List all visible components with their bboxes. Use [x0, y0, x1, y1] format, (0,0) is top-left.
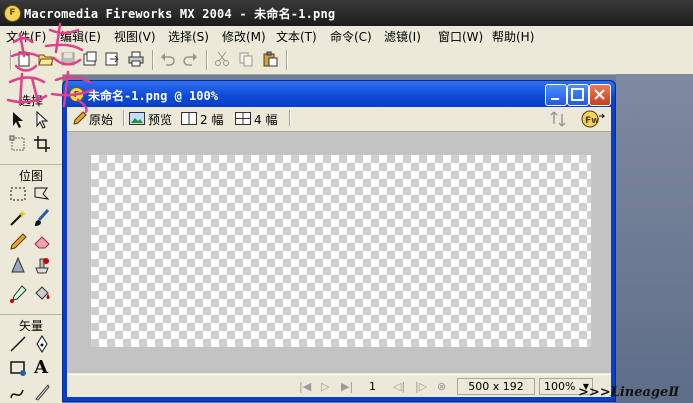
blur-tool-icon[interactable]: [8, 256, 28, 276]
pencil-tool-icon[interactable]: [8, 232, 28, 252]
menu-view[interactable]: 视图(V): [114, 28, 156, 45]
transparent-canvas[interactable]: [91, 155, 591, 347]
app-title: Macromedia Fireworks MX 2004 - 未命名-1.png: [24, 7, 336, 21]
first-frame-icon[interactable]: |◀: [299, 380, 311, 393]
menu-modify[interactable]: 修改(M): [222, 28, 266, 45]
menu-text[interactable]: 文本(T): [276, 28, 317, 45]
pencil-icon: [73, 111, 87, 125]
toolbar-grip: [10, 50, 12, 70]
knife-tool-icon[interactable]: [32, 382, 52, 402]
print-icon[interactable]: [128, 51, 144, 67]
menu-help[interactable]: 帮助(H): [492, 28, 534, 45]
export-icon[interactable]: [104, 51, 120, 67]
menu-filters[interactable]: 滤镜(I): [384, 28, 421, 45]
document-status-bar: |◀ ▷ ▶| 1 ◁| |▷ ⊗ 500 x 192 100% ▼: [67, 374, 611, 398]
zoom-value: 100%: [544, 380, 576, 393]
close-button[interactable]: [589, 84, 611, 106]
scale-tool-icon[interactable]: [8, 134, 28, 154]
quick-export-icon[interactable]: Fw: [581, 109, 607, 129]
tab-4-up[interactable]: 4 幅: [254, 111, 277, 128]
two-up-icon: [181, 112, 197, 125]
document-title-bar: F 未命名-1.png @ 100%: [63, 81, 615, 107]
paint-bucket-tool-icon[interactable]: [32, 284, 52, 304]
cut-icon[interactable]: [214, 51, 230, 67]
toolbar-separator: [206, 50, 208, 70]
frame-number: 1: [369, 380, 376, 393]
previous-frame-icon[interactable]: ◁|: [393, 380, 405, 393]
open-file-icon[interactable]: [38, 51, 54, 67]
tools-section-vector: 矢量: [0, 314, 62, 333]
new-file-icon[interactable]: [16, 51, 32, 67]
subselect-tool-icon[interactable]: [32, 110, 52, 130]
export-preview-icon[interactable]: [549, 110, 569, 128]
menu-file[interactable]: 文件(F): [6, 28, 46, 45]
close-icon: [594, 89, 605, 100]
menu-bar: 文件(F) 编辑(E) 视图(V) 选择(S) 修改(M) 文本(T) 命令(C…: [0, 26, 693, 47]
eraser-tool-icon[interactable]: [32, 232, 52, 252]
maximize-button[interactable]: [567, 84, 589, 106]
freeform-tool-icon[interactable]: [8, 382, 28, 402]
import-icon[interactable]: [82, 51, 98, 67]
signature-watermark: >>>LineageⅡ: [578, 385, 680, 400]
next-frame-icon[interactable]: |▷: [415, 380, 427, 393]
main-toolbar: [0, 46, 693, 75]
fireworks-logo-icon: F: [4, 5, 21, 22]
minimize-icon: [551, 98, 559, 100]
menu-select[interactable]: 选择(S): [168, 28, 209, 45]
four-up-icon: [235, 112, 251, 125]
tools-panel: 选择 位图 矢量 A: [0, 74, 63, 403]
app-title-bar: F Macromedia Fireworks MX 2004 - 未命名-1.p…: [0, 0, 693, 26]
pen-tool-icon[interactable]: [32, 334, 52, 354]
lasso-tool-icon[interactable]: [32, 184, 52, 204]
toolbar-separator: [289, 110, 291, 126]
stop-icon[interactable]: ⊗: [437, 380, 446, 393]
save-icon[interactable]: [60, 51, 76, 67]
toolbar-separator: [152, 50, 154, 70]
eyedropper-tool-icon[interactable]: [8, 284, 28, 304]
marquee-tool-icon[interactable]: [8, 184, 28, 204]
canvas-area[interactable]: [67, 132, 611, 373]
undo-icon[interactable]: [160, 51, 176, 67]
rectangle-tool-icon[interactable]: [8, 358, 28, 378]
rubber-stamp-tool-icon[interactable]: [32, 256, 52, 276]
svg-text:Fw: Fw: [585, 116, 599, 126]
canvas-size-readout: 500 x 192: [457, 378, 535, 395]
tab-preview[interactable]: 预览: [148, 111, 172, 128]
document-window: F 未命名-1.png @ 100% 原始 预览 2 幅 4 幅 Fw |◀ ▷…: [62, 80, 616, 402]
line-tool-icon[interactable]: [8, 334, 28, 354]
copy-icon[interactable]: [238, 51, 254, 67]
workspace-background: [616, 74, 693, 403]
toolbar-separator: [123, 110, 125, 126]
tools-section-bitmap: 位图: [0, 164, 62, 183]
menu-window[interactable]: 窗口(W): [438, 28, 483, 45]
toolbar-separator: [286, 50, 288, 70]
tab-2-up[interactable]: 2 幅: [200, 111, 223, 128]
text-tool-icon[interactable]: A: [34, 357, 54, 378]
preview-icon: [129, 112, 145, 125]
menu-edit[interactable]: 编辑(E): [60, 28, 101, 45]
document-body: 原始 预览 2 幅 4 幅 Fw |◀ ▷ ▶| 1 ◁| |▷ ⊗ 500 x…: [67, 107, 611, 397]
minimize-button[interactable]: [545, 84, 567, 106]
fireworks-logo-icon: F: [69, 87, 84, 102]
tools-section-select: 选择: [18, 94, 43, 108]
crop-tool-icon[interactable]: [32, 134, 52, 154]
maximize-icon: [571, 88, 584, 101]
brush-tool-icon[interactable]: [32, 208, 52, 228]
magic-wand-tool-icon[interactable]: [8, 208, 28, 228]
last-frame-icon[interactable]: ▶|: [341, 380, 353, 393]
document-view-toolbar: 原始 预览 2 幅 4 幅 Fw: [67, 107, 611, 132]
menu-commands[interactable]: 命令(C): [330, 28, 372, 45]
redo-icon[interactable]: [182, 51, 198, 67]
pointer-tool-icon[interactable]: [8, 110, 28, 130]
tab-original[interactable]: 原始: [89, 111, 113, 128]
document-title: 未命名-1.png @ 100%: [88, 89, 218, 103]
paste-icon[interactable]: [262, 51, 278, 67]
play-icon[interactable]: ▷: [321, 380, 329, 393]
